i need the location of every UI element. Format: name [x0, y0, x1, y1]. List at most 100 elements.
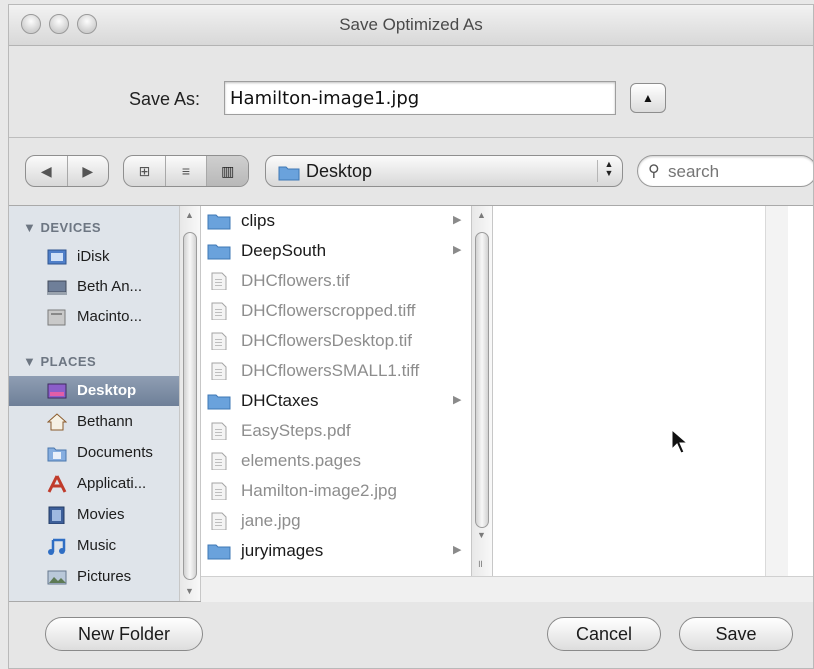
save-dialog: Save Optimized As Save As: Hamilton-imag… [8, 4, 814, 669]
computer-icon [47, 280, 67, 295]
sidebar-item-label: Music [77, 537, 117, 554]
document-icon [211, 452, 227, 470]
file-list-item[interactable]: juryimages ▶ [201, 536, 471, 566]
movies-icon [48, 506, 65, 524]
sidebar-item-movies[interactable]: Movies [9, 500, 179, 530]
forward-button[interactable]: ▶ [68, 156, 109, 186]
home-icon [47, 413, 67, 431]
divider [9, 137, 813, 138]
document-icon [211, 422, 227, 440]
sidebar-item-computer[interactable]: Beth An... [9, 272, 179, 302]
pictures-icon [47, 570, 67, 585]
file-name: clips [241, 211, 276, 230]
sidebar-item-pictures[interactable]: Pictures [9, 562, 179, 592]
horizontal-scrollbar[interactable] [201, 576, 813, 602]
search-input[interactable] [666, 161, 810, 183]
disclosure-arrow-icon: ▶ [453, 244, 462, 256]
sidebar-item-idisk[interactable]: iDisk [9, 242, 179, 272]
file-name: elements.pages [241, 451, 362, 470]
file-name: DHCtaxes [241, 391, 319, 410]
file-name: jane.jpg [241, 511, 301, 530]
file-browser: ▼ DEVICES iDisk Beth An... Macinto... ▼ … [9, 205, 813, 602]
sidebar-item-macintosh-hd[interactable]: Macinto... [9, 302, 179, 332]
music-icon [48, 538, 66, 555]
location-label: Desktop [306, 161, 373, 181]
folder-icon [278, 166, 300, 181]
sidebar-item-label: iDisk [77, 248, 110, 265]
list-view-icon[interactable]: ≡ [166, 156, 208, 186]
sidebar-item-label: Pictures [77, 568, 132, 585]
applications-icon [47, 475, 67, 493]
column-view-icon[interactable]: ▥ [207, 156, 248, 186]
folder-icon [207, 544, 231, 560]
file-list-item[interactable]: DHCtaxes ▶ [201, 386, 471, 416]
search-box[interactable]: ⚲ [637, 155, 813, 187]
sidebar-item-label: Beth An... [77, 278, 143, 295]
folder-icon [207, 214, 231, 230]
view-mode-control: ⊞ ≡ ▥ [123, 155, 249, 187]
filename-field[interactable]: Hamilton-image1.jpg [224, 81, 616, 115]
column-edge [765, 206, 788, 601]
sidebar-scroll-thumb[interactable] [183, 232, 197, 580]
sidebar-scrollbar[interactable]: ▲ ▼ [179, 206, 201, 601]
documents-folder-icon [47, 447, 67, 462]
save-as-row: Save As: Hamilton-image1.jpg ▲ [9, 81, 813, 117]
back-button[interactable]: ◀ [26, 156, 68, 186]
scroll-down-icon[interactable]: ▼ [477, 530, 486, 540]
expand-dialog-button[interactable]: ▲ [630, 83, 666, 113]
back-forward-control: ◀ ▶ [25, 155, 109, 187]
file-list-item[interactable]: DeepSouth ▶ [201, 236, 471, 266]
browser-toolbar: ◀ ▶ ⊞ ≡ ▥ Desktop ▲ ▼ ⚲ [9, 155, 813, 191]
scroll-up-icon[interactable]: ▲ [185, 210, 194, 220]
desktop-icon [47, 383, 67, 399]
places-header: ▼ PLACES [23, 354, 97, 369]
file-list-item: elements.pages [201, 446, 471, 476]
devices-header: ▼ DEVICES [23, 220, 102, 235]
sidebar-item-label: Documents [77, 444, 153, 461]
file-list-item: jane.jpg [201, 506, 471, 536]
scroll-down-icon[interactable]: ▼ [185, 586, 194, 596]
cancel-button[interactable]: Cancel [547, 617, 661, 651]
file-name: juryimages [241, 541, 324, 560]
sidebar-item-label: Macinto... [77, 308, 143, 325]
sidebar-item-home[interactable]: Bethann [9, 407, 179, 437]
triangle-up-icon: ▲ [642, 91, 654, 105]
file-column-scrollbar[interactable]: ▲ ▼ ॥ [471, 206, 493, 601]
document-icon [211, 362, 227, 380]
file-name: DHCflowers.tif [241, 271, 350, 290]
idisk-icon [47, 249, 67, 265]
sidebar-item-applications[interactable]: Applicati... [9, 469, 179, 499]
file-column-scroll-thumb[interactable] [475, 232, 489, 528]
sidebar-item-documents[interactable]: Documents [9, 438, 179, 468]
sidebar-item-label: Applicati... [77, 475, 147, 492]
file-name: DeepSouth [241, 241, 327, 260]
disclosure-arrow-icon: ▶ [453, 544, 462, 556]
icon-view-icon[interactable]: ⊞ [124, 156, 166, 186]
title-bar: Save Optimized As [9, 5, 813, 46]
sidebar-item-music[interactable]: Music [9, 531, 179, 561]
window-title: Save Optimized As [339, 15, 483, 34]
popup-arrows-icon: ▲ ▼ [597, 160, 616, 182]
location-popup[interactable]: Desktop ▲ ▼ [265, 155, 623, 187]
folder-icon [207, 244, 231, 260]
file-name: EasySteps.pdf [241, 421, 351, 440]
column-resize-handle[interactable]: ॥ [477, 556, 483, 570]
file-list-item[interactable]: clips ▶ [201, 206, 471, 236]
sidebar-item-desktop[interactable]: Desktop [9, 376, 179, 406]
document-icon [211, 332, 227, 350]
file-name: DHCflowersSMALL1.tiff [241, 361, 420, 380]
new-folder-button[interactable]: New Folder [45, 617, 203, 651]
file-column: clips ▶ DeepSouth ▶ DHCflowers.tif DHCflowers… [201, 206, 471, 601]
file-name: DHCflowersDesktop.tif [241, 331, 412, 350]
save-button[interactable]: Save [679, 617, 793, 651]
folder-icon [207, 394, 231, 410]
sidebar-item-label: Movies [77, 506, 125, 523]
scroll-up-icon[interactable]: ▲ [477, 210, 486, 220]
file-list-item: DHCflowerscropped.tiff [201, 296, 471, 326]
empty-column [493, 206, 765, 601]
file-list-item: Hamilton-image2.jpg [201, 476, 471, 506]
file-list-item: DHCflowersSMALL1.tiff [201, 356, 471, 386]
file-name: DHCflowerscropped.tiff [241, 301, 416, 320]
hard-drive-icon [47, 309, 66, 326]
search-icon: ⚲ [648, 163, 660, 180]
